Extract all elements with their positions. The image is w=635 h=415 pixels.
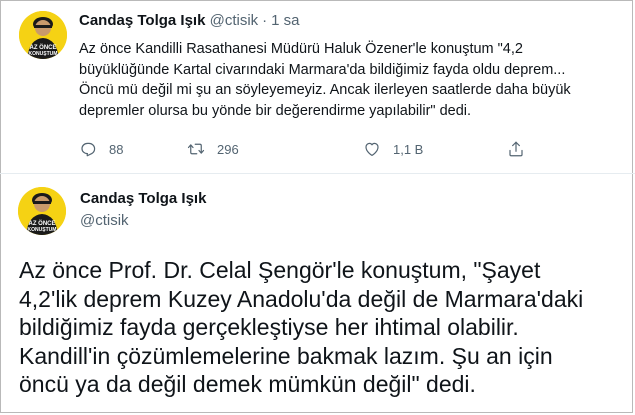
like-button[interactable]: 1,1 B xyxy=(363,140,423,158)
svg-text:KONUŞTUM: KONUŞTUM xyxy=(28,227,57,233)
avatar[interactable]: AZ ÖNCE KONUŞTUM xyxy=(19,11,67,59)
avatar[interactable]: AZ ÖNCE KONUŞTUM xyxy=(18,187,66,235)
avatar-image: AZ ÖNCE KONUŞTUM xyxy=(18,187,66,235)
retweet-count: 296 xyxy=(217,141,239,157)
share-button[interactable] xyxy=(507,140,537,158)
svg-text:KONUŞTUM: KONUŞTUM xyxy=(29,51,58,57)
author-name[interactable]: Candaş Tolga Işık xyxy=(79,12,205,29)
author-name[interactable]: Candaş Tolga Işık xyxy=(80,190,206,207)
reply-icon xyxy=(81,142,96,157)
tweet-header: Candaş Tolga Işık @ctisik · 1 sa xyxy=(79,12,300,29)
avatar-image: AZ ÖNCE KONUŞTUM xyxy=(19,11,67,59)
tweet-text: Az önce Prof. Dr. Celal Şengör'le konuşt… xyxy=(19,257,584,397)
reply-count: 88 xyxy=(109,141,124,157)
tweet-text: Az önce Kandilli Rasathanesi Müdürü Halu… xyxy=(79,41,571,119)
separator-dot: · xyxy=(262,12,268,29)
author-handle[interactable]: @ctisik xyxy=(80,212,129,229)
retweet-icon xyxy=(187,143,205,155)
tweet-divider xyxy=(0,173,635,174)
svg-text:AZ ÖNCE: AZ ÖNCE xyxy=(30,44,57,51)
svg-text:AZ ÖNCE: AZ ÖNCE xyxy=(29,220,56,227)
tweet-time[interactable]: 1 sa xyxy=(271,12,299,29)
like-count: 1,1 B xyxy=(393,141,424,157)
reply-button[interactable]: 88 xyxy=(79,140,123,158)
author-handle[interactable]: @ctisik xyxy=(210,12,259,29)
retweet-button[interactable]: 296 xyxy=(187,140,239,158)
heart-icon xyxy=(365,142,379,156)
tweet-actions: 88 296 1,1 B xyxy=(79,140,539,162)
share-icon xyxy=(509,141,523,157)
